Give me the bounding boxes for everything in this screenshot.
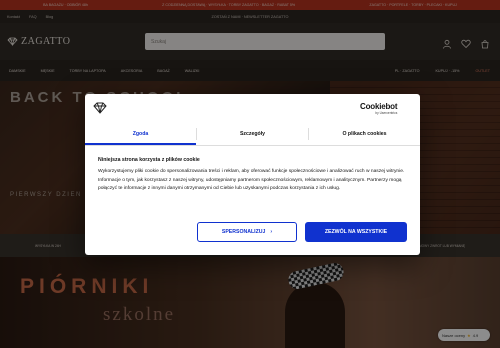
cookie-consent-dialog: Cookiebot by Usercentrics Zgoda Szczegół… — [85, 94, 420, 255]
cookie-body-text: Wykorzystujemy pliki cookie do spersonal… — [98, 169, 405, 192]
cookie-heading: Niniejsza strona korzysta z plików cooki… — [98, 157, 200, 163]
tab-consent[interactable]: Zgoda — [85, 124, 196, 145]
tab-details[interactable]: Szczegóły — [197, 124, 308, 145]
chevron-right-icon: › — [270, 229, 273, 235]
cookie-tabs: Zgoda Szczegóły O plikach cookies — [85, 124, 420, 146]
cookiebot-by: by Usercentrics — [375, 111, 398, 115]
customize-label: SPERSONALIZUJ — [221, 229, 266, 235]
cookiebot-brand: Cookiebot — [360, 102, 398, 111]
customize-button[interactable]: SPERSONALIZUJ › — [197, 222, 297, 242]
tab-about-cookies[interactable]: O plikach cookies — [309, 124, 420, 145]
cookiebot-logo: Cookiebot by Usercentrics — [360, 102, 398, 115]
zagatto-logo-icon — [93, 101, 107, 119]
allow-all-button[interactable]: ZEZWÓL NA WSZYSTKIE — [305, 222, 407, 242]
